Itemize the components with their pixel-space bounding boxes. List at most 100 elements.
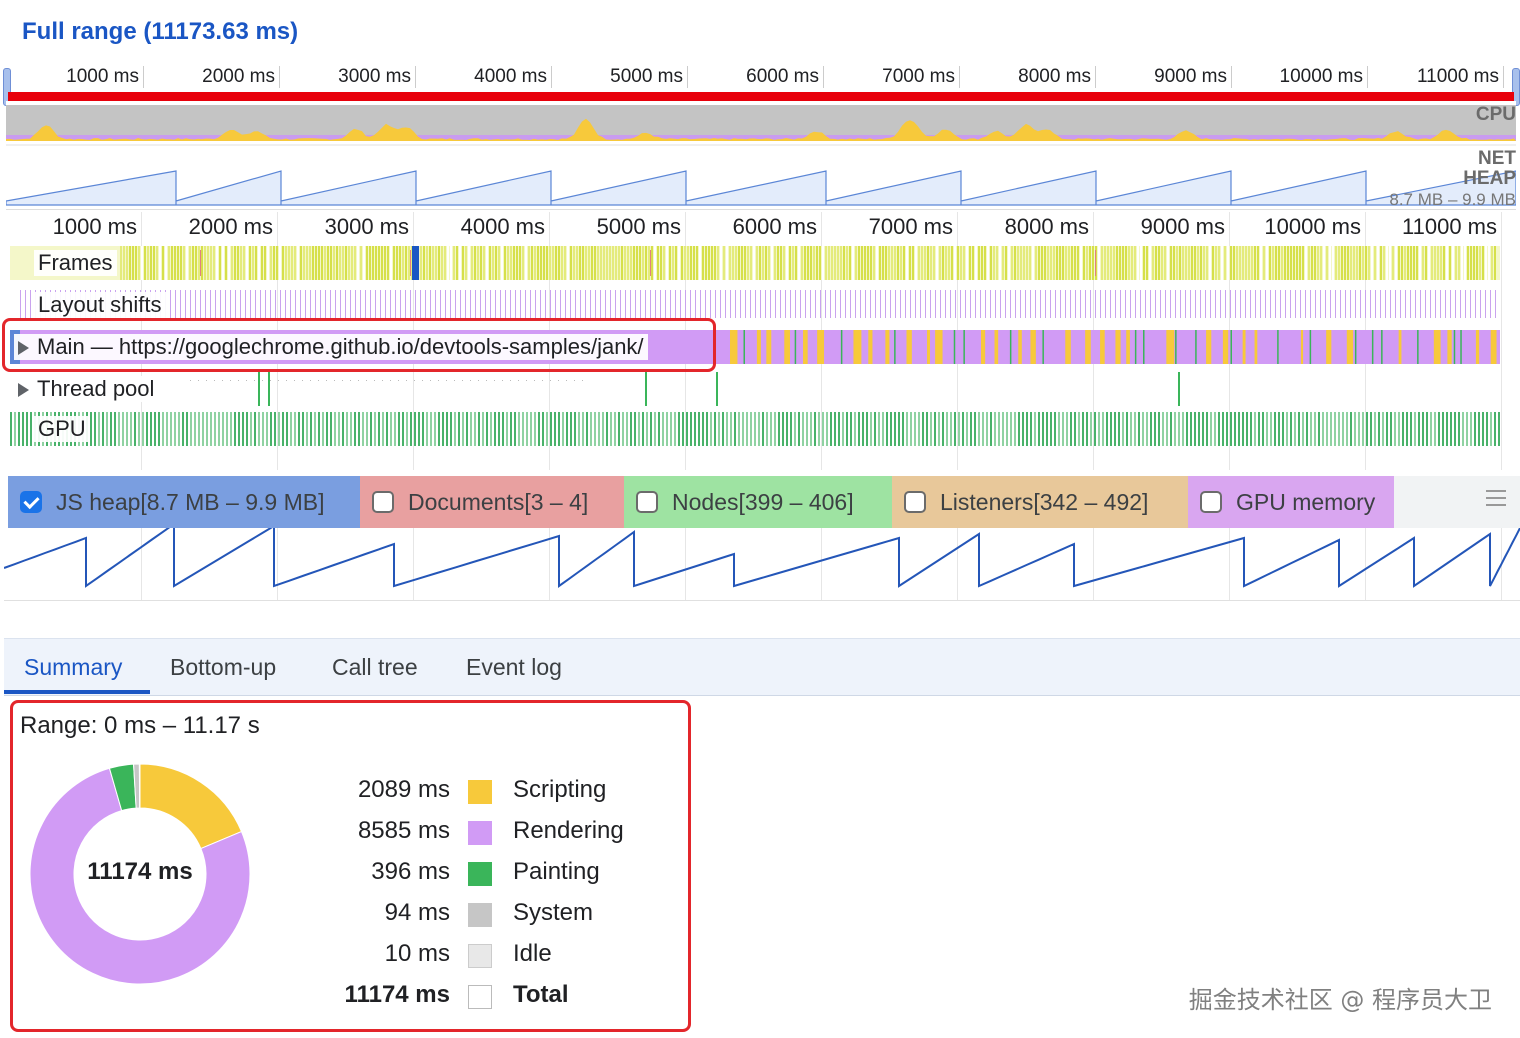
full-range-title: Full range (11173.63 ms) xyxy=(22,18,299,45)
main-tick-label: 2000 ms xyxy=(188,214,273,239)
ruler-gridline xyxy=(143,66,144,88)
legend-row-scripting: 2089 ms Scripting xyxy=(300,776,680,812)
tab-event-log[interactable]: Event log xyxy=(466,639,562,695)
legend-name: Scripting xyxy=(513,776,607,803)
main-tick-label: 3000 ms xyxy=(324,214,409,239)
main-tick-label: 10000 ms xyxy=(1264,214,1361,239)
legend-swatch xyxy=(468,862,492,886)
ruler-gridline xyxy=(551,66,552,88)
counter-label: GPU memory xyxy=(1236,488,1376,515)
checkbox[interactable] xyxy=(372,491,394,513)
frames-track[interactable] xyxy=(10,246,1500,280)
legend-row-total: 11174 ms Total xyxy=(300,981,680,1017)
main-tick-label: 4000 ms xyxy=(460,214,545,239)
legend-value: 10 ms xyxy=(384,940,450,967)
thread-pool-title: Thread pool xyxy=(37,376,155,401)
thread-pool-label[interactable]: Thread pool xyxy=(14,376,159,402)
layout-shifts-track-label: Layout shifts xyxy=(34,292,166,318)
legend-row-rendering: 8585 ms Rendering xyxy=(300,817,680,853)
main-ruler: 1000 ms 2000 ms 3000 ms 4000 ms 5000 ms 6000 … xyxy=(8,214,1514,242)
counter-js-heap[interactable]: JS heap[8.7 MB – 9.9 MB] xyxy=(8,476,360,528)
main-track-highlight-box xyxy=(2,318,716,372)
main-tick-label: 7000 ms xyxy=(868,214,953,239)
counter-nodes[interactable]: Nodes[399 – 406] xyxy=(624,476,892,528)
overview-tick-label: 2000 ms xyxy=(202,66,275,87)
ruler-gridline xyxy=(959,66,960,88)
cpu-label: CPU xyxy=(1475,104,1516,125)
ruler-gridline xyxy=(279,66,280,88)
legend-name: Idle xyxy=(513,940,552,967)
legend-value: 11174 ms xyxy=(344,981,450,1008)
overview-graphs[interactable] xyxy=(6,101,1516,210)
details-tab-bar: Summary Bottom-up Call tree Event log xyxy=(4,638,1520,696)
legend-name: Total xyxy=(513,981,569,1008)
overview-tick-label: 10000 ms xyxy=(1279,66,1363,87)
legend-row-idle: 10 ms Idle xyxy=(300,940,680,976)
donut-total-label: 11174 ms xyxy=(87,858,193,885)
overview-tick-label: 4000 ms xyxy=(474,66,547,87)
legend-row-painting: 396 ms Painting xyxy=(300,858,680,894)
ruler-gridline xyxy=(687,66,688,88)
memory-counters-bar: JS heap[8.7 MB – 9.9 MB] Documents[3 – 4]… xyxy=(8,476,1520,528)
overview-tick-label: 5000 ms xyxy=(610,66,683,87)
legend-swatch xyxy=(468,944,492,968)
checkbox[interactable] xyxy=(20,491,42,513)
main-tick-label: 9000 ms xyxy=(1140,214,1225,239)
ruler-gridline xyxy=(823,66,824,88)
main-tick-label: 5000 ms xyxy=(596,214,681,239)
legend-name: Rendering xyxy=(513,817,624,844)
overview-tick-label: 8000 ms xyxy=(1018,66,1091,87)
legend-name: Painting xyxy=(513,858,600,885)
ruler-gridline xyxy=(1367,66,1368,88)
frames-track-label: Frames xyxy=(34,250,117,276)
counter-gpu-memory[interactable]: GPU memory xyxy=(1188,476,1394,528)
js-heap-line xyxy=(4,528,1520,588)
active-tab-indicator xyxy=(4,690,150,694)
gpu-track[interactable] xyxy=(10,412,1500,446)
counter-label: Nodes[399 – 406] xyxy=(672,488,854,515)
overview-tick-label: 3000 ms xyxy=(338,66,411,87)
legend-name: System xyxy=(513,899,594,926)
counter-listeners[interactable]: Listeners[342 – 492] xyxy=(892,476,1188,528)
counter-documents[interactable]: Documents[3 – 4] xyxy=(360,476,624,528)
legend-value: 94 ms xyxy=(384,899,450,926)
js-heap-graph[interactable] xyxy=(4,528,1520,601)
checkbox[interactable] xyxy=(636,491,658,513)
tab-bottom-up[interactable]: Bottom-up xyxy=(170,639,276,695)
heap-label: HEAP xyxy=(1463,168,1516,189)
selected-range-bar[interactable] xyxy=(8,92,1514,101)
overview-tick-label: 7000 ms xyxy=(882,66,955,87)
gridline xyxy=(1501,212,1502,470)
donut-slice-scripting xyxy=(139,763,243,850)
gpu-track-label: GPU xyxy=(34,416,90,442)
legend-swatch xyxy=(468,780,492,804)
ruler-gridline xyxy=(1503,66,1504,88)
watermark: 掘金技术社区 @ 程序员大卫 xyxy=(1188,986,1492,1014)
main-tick-label: 11000 ms xyxy=(1402,214,1497,239)
net-label: NET xyxy=(1478,148,1516,169)
overview-tick-label: 6000 ms xyxy=(746,66,819,87)
legend-row-system: 94 ms System xyxy=(300,899,680,935)
expand-triangle-icon[interactable] xyxy=(18,383,29,398)
overview-tick-label: 1000 ms xyxy=(66,66,139,87)
tab-summary[interactable]: Summary xyxy=(24,639,122,695)
tab-call-tree[interactable]: Call tree xyxy=(332,639,418,695)
main-tick-label: 8000 ms xyxy=(1004,214,1089,239)
legend-value: 8585 ms xyxy=(357,817,450,844)
ruler-gridline xyxy=(1231,66,1232,88)
thread-pool-track[interactable] xyxy=(10,372,1500,406)
main-tick-label: 1000 ms xyxy=(52,214,137,239)
legend-value: 396 ms xyxy=(371,858,450,885)
overview-ruler: 1000 ms 2000 ms 3000 ms 4000 ms 5000 ms 6000 … xyxy=(8,66,1514,94)
checkbox[interactable] xyxy=(1200,491,1222,513)
layout-shifts-track[interactable] xyxy=(10,288,1500,320)
counter-label: Documents[3 – 4] xyxy=(408,488,589,515)
legend-swatch xyxy=(468,903,492,927)
counter-label: JS heap[8.7 MB – 9.9 MB] xyxy=(56,488,325,515)
legend-value: 2089 ms xyxy=(357,776,450,803)
legend-swatch xyxy=(468,821,492,845)
checkbox[interactable] xyxy=(904,491,926,513)
legend-swatch xyxy=(468,985,492,1009)
menu-icon[interactable] xyxy=(1486,490,1506,511)
heap-range-label: 8.7 MB – 9.9 MB xyxy=(1389,190,1516,209)
